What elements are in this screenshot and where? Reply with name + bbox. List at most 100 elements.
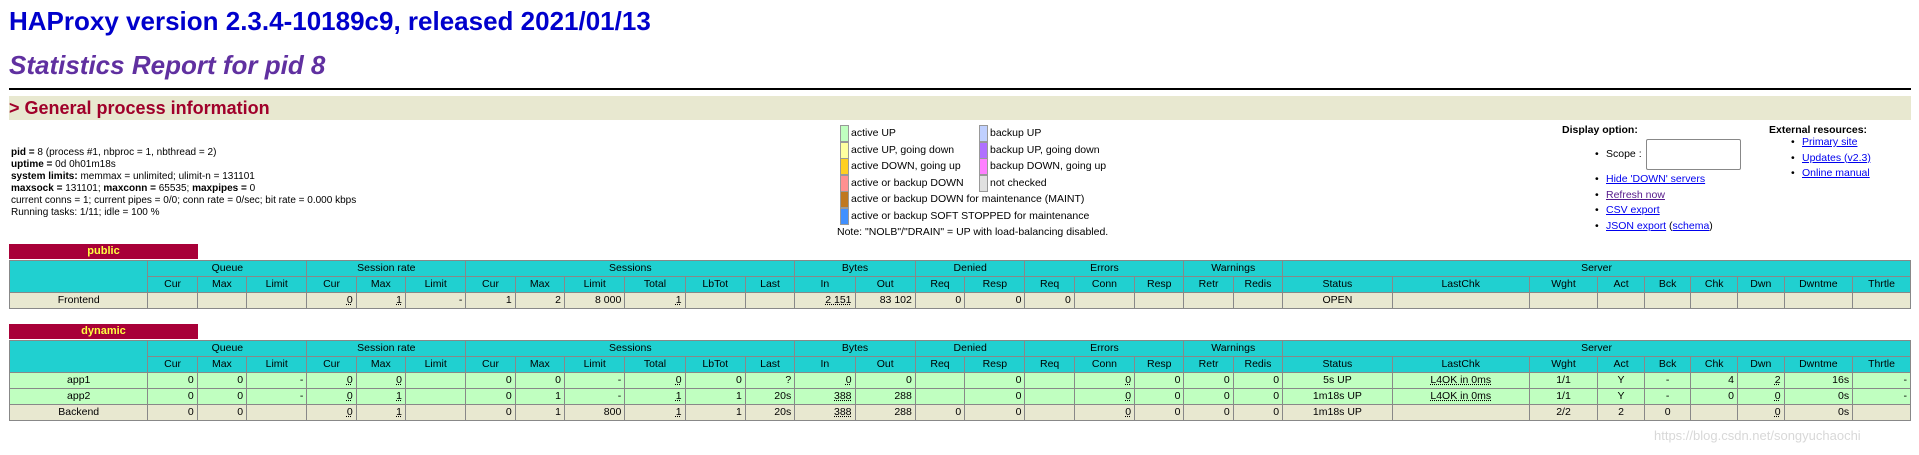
table-cell: -: [1643, 388, 1692, 405]
proxy-name-dynamic[interactable]: dynamic: [9, 324, 198, 339]
limits-label: system limits:: [11, 171, 78, 182]
table-cell: 0: [1134, 388, 1185, 405]
row-name[interactable]: Backend: [8, 404, 149, 421]
column-header: Dwntme: [1783, 356, 1854, 373]
scope-input[interactable]: [1645, 138, 1741, 170]
row-name[interactable]: app2: [8, 388, 149, 405]
column-header: Bck: [1643, 356, 1692, 373]
table-cell: 0: [914, 292, 966, 309]
column-header: Status: [1282, 276, 1393, 293]
primary-site-link[interactable]: Primary site: [1802, 136, 1857, 148]
table-cell: 0: [1134, 404, 1185, 421]
table-cell: 0: [1183, 388, 1234, 405]
online-manual-link[interactable]: Online manual: [1802, 167, 1870, 179]
report-subtitle: Statistics Report for pid 8: [9, 50, 326, 80]
stats-table-dynamic: Queue Session rate Sessions Bytes Denied Erro…: [8, 340, 1911, 421]
table-cell: 800: [563, 404, 626, 421]
column-header: Redis: [1232, 356, 1284, 373]
row-name[interactable]: Frontend: [8, 292, 149, 309]
maxconn-label: maxconn =: [103, 183, 156, 194]
table-cell: Y: [1597, 388, 1645, 405]
column-header: Limit: [246, 276, 308, 293]
group-header: Sessions: [465, 260, 796, 277]
json-export-link[interactable]: JSON export: [1606, 220, 1666, 232]
table-cell: 0s: [1783, 404, 1854, 421]
table-cell: 0: [794, 372, 856, 389]
row-name[interactable]: app1: [8, 372, 149, 389]
group-header: Queue: [147, 260, 308, 277]
column-header: Cur: [147, 356, 198, 373]
proxy-name-public[interactable]: public: [9, 244, 198, 259]
refresh-link[interactable]: Refresh now: [1606, 189, 1665, 201]
table-cell: L4OK in 0ms: [1391, 388, 1530, 405]
table-cell: 1: [624, 404, 686, 421]
table-cell: 1/1: [1528, 372, 1599, 389]
column-header: Out: [854, 276, 916, 293]
table-cell: 0: [196, 372, 248, 389]
column-header: Max: [514, 276, 566, 293]
table-cell: 0: [684, 372, 746, 389]
column-header: Cur: [306, 276, 357, 293]
hide-down-link[interactable]: Hide 'DOWN' servers: [1606, 173, 1705, 185]
stats-table-public: Queue Session rate Sessions Bytes Denied Erro…: [8, 260, 1911, 309]
table-cell: 5s UP: [1282, 372, 1393, 389]
table-cell: 0: [1183, 372, 1234, 389]
table-cell: [405, 372, 467, 389]
column-header: Act: [1597, 356, 1645, 373]
table-cell: 0: [147, 388, 198, 405]
column-header: Dwntme: [1783, 276, 1854, 293]
table-cell: [1024, 404, 1075, 421]
table-cell: 0: [964, 388, 1026, 405]
column-header: Max: [514, 356, 566, 373]
schema-link[interactable]: schema: [1673, 220, 1710, 232]
legend-label: backup UP, going down: [990, 143, 1100, 156]
column-header: Req: [914, 276, 966, 293]
column-header: Resp: [1134, 356, 1185, 373]
table-cell: 1: [514, 388, 566, 405]
updates-link[interactable]: Updates (v2.3): [1802, 152, 1871, 164]
table-cell: 0: [306, 292, 357, 309]
table-cell: [1391, 292, 1530, 309]
table-cell: -: [1852, 372, 1911, 389]
table-cell: 0: [147, 404, 198, 421]
table-cell: [147, 292, 198, 309]
table-cell: [914, 372, 966, 389]
column-header: LbTot: [684, 276, 746, 293]
table-cell: 0: [465, 404, 516, 421]
column-header: Req: [1024, 276, 1075, 293]
external-resources: External resources: Primary site Updates…: [1769, 124, 1871, 183]
legend-label: active DOWN, going up: [851, 160, 961, 172]
group-header: Errors: [1024, 340, 1185, 357]
table-cell: 1m18s UP: [1282, 388, 1393, 405]
table-cell: 0: [355, 372, 407, 389]
group-header: Errors: [1024, 260, 1185, 277]
table-cell: [246, 292, 308, 309]
column-header: Resp: [1134, 276, 1185, 293]
column-header: Last: [744, 276, 796, 293]
maxpipes-label: maxpipes =: [192, 183, 247, 194]
table-cell: 0: [306, 404, 357, 421]
table-cell: 16s: [1783, 372, 1854, 389]
table-cell: -: [1643, 372, 1692, 389]
table-cell: 0: [1232, 372, 1284, 389]
column-header: Req: [1024, 356, 1075, 373]
section-title: > General process information: [9, 98, 270, 118]
table-cell: 1: [355, 388, 407, 405]
csv-export-link[interactable]: CSV export: [1606, 204, 1660, 216]
group-header: Server: [1282, 260, 1911, 277]
table-cell: [914, 388, 966, 405]
column-header: Resp: [964, 276, 1026, 293]
uptime-label: uptime =: [11, 159, 53, 170]
table-cell: [196, 292, 248, 309]
header-blank: [8, 340, 149, 373]
legend-label: backup DOWN, going up: [990, 160, 1107, 172]
table-cell: 0: [196, 404, 248, 421]
table-cell: [1737, 292, 1785, 309]
column-header: Retr: [1183, 356, 1234, 373]
table-cell: [1183, 292, 1234, 309]
table-cell: 8 000: [563, 292, 626, 309]
legend-swatch: [979, 141, 988, 159]
group-header: Bytes: [794, 260, 916, 277]
table-cell: 1: [684, 388, 746, 405]
table-cell: 388: [794, 404, 856, 421]
